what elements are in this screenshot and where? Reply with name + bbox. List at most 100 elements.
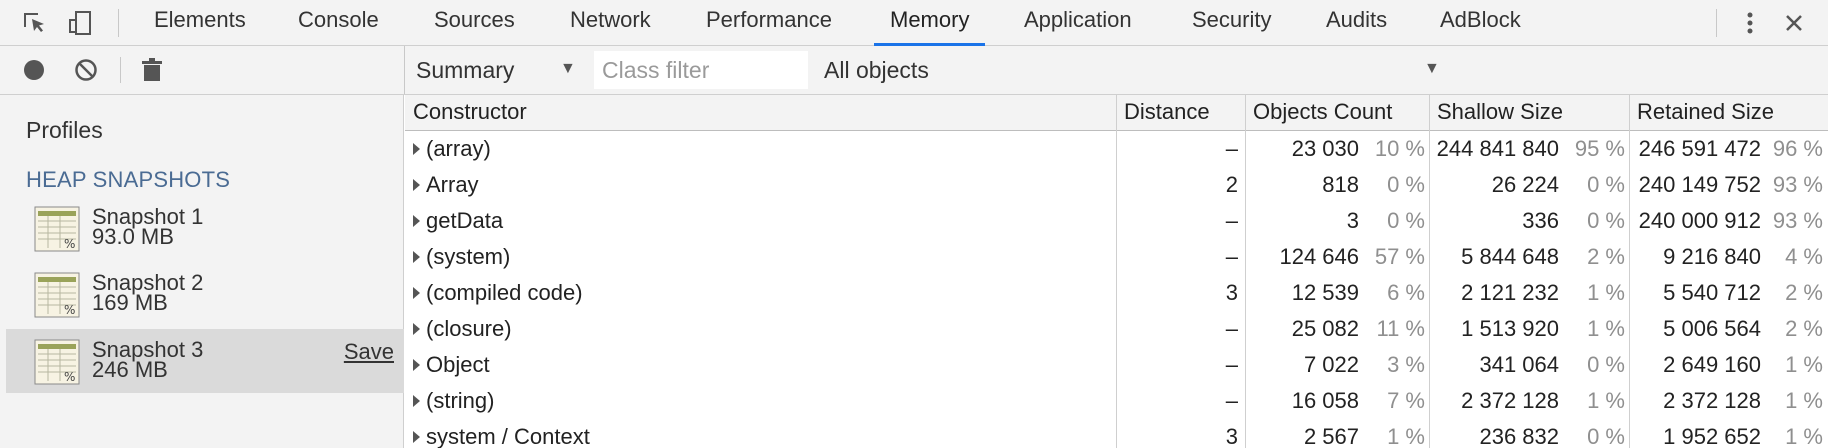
table-row[interactable]: Object – 7 022 3 % 341 064 0 % 2 649 160 1 % bbox=[405, 347, 1828, 383]
tab-elements[interactable]: Elements bbox=[138, 0, 262, 46]
tab-console[interactable]: Console bbox=[282, 0, 395, 46]
retained-size-cell: 2 372 128 bbox=[1663, 388, 1761, 413]
class-filter-input[interactable] bbox=[594, 51, 808, 89]
constructor-cell: (compiled code) bbox=[413, 275, 1113, 311]
retained-size-percent-cell: 93 % bbox=[1772, 172, 1823, 197]
shallow-size-cell: 5 844 648 bbox=[1461, 244, 1559, 269]
distance-cell: 3 bbox=[1225, 280, 1238, 305]
shallow-size-percent-cell: 1 % bbox=[1587, 316, 1625, 341]
objects-select[interactable]: All objects bbox=[824, 46, 929, 94]
retained-size-cell: 2 649 160 bbox=[1663, 352, 1761, 377]
expand-triangle-icon[interactable] bbox=[413, 431, 420, 443]
column-header-retained-size[interactable]: Retained Size bbox=[1629, 95, 1774, 131]
snapshot-item-2[interactable]: % Snapshot 2 169 MB bbox=[6, 262, 404, 326]
table-row[interactable]: (closure) – 25 082 11 % 1 513 920 1 % 5 006 56… bbox=[405, 311, 1828, 347]
tab-performance[interactable]: Performance bbox=[690, 0, 848, 46]
objects-count-cell: 16 058 bbox=[1291, 388, 1359, 413]
expand-triangle-icon[interactable] bbox=[413, 215, 420, 227]
save-snapshot-link[interactable]: Save bbox=[344, 339, 394, 365]
more-options-icon[interactable] bbox=[1736, 9, 1764, 37]
distance-cell: – bbox=[1225, 388, 1238, 413]
table-row[interactable]: Array 2 818 0 % 26 224 0 % 240 149 752 93 % bbox=[405, 167, 1828, 203]
objects-count-percent-cell: 11 % bbox=[1376, 316, 1425, 341]
objects-count-percent-cell: 1 % bbox=[1387, 424, 1425, 448]
expand-triangle-icon[interactable] bbox=[413, 143, 420, 155]
tab-application[interactable]: Application bbox=[1008, 0, 1148, 46]
distance-cell: – bbox=[1225, 136, 1238, 161]
view-select-chevron-down-icon[interactable]: ▼ bbox=[560, 60, 576, 78]
tab-audits[interactable]: Audits bbox=[1310, 0, 1403, 46]
shallow-size-percent-cell: 1 % bbox=[1587, 280, 1625, 305]
retained-size-cell: 246 591 472 bbox=[1638, 136, 1761, 161]
objects-select-chevron-down-icon[interactable]: ▼ bbox=[1424, 60, 1440, 78]
table-row[interactable]: (system) – 124 646 57 % 5 844 648 2 % 9 216 84… bbox=[405, 239, 1828, 275]
expand-triangle-icon[interactable] bbox=[413, 287, 420, 299]
expand-triangle-icon[interactable] bbox=[413, 179, 420, 191]
retained-size-percent-cell: 1 % bbox=[1785, 388, 1823, 413]
column-header-shallow-size[interactable]: Shallow Size bbox=[1429, 95, 1563, 131]
objects-count-percent-cell: 10 % bbox=[1374, 136, 1425, 161]
toolbar-divider bbox=[120, 57, 121, 83]
objects-count-cell: 818 bbox=[1322, 172, 1359, 197]
tabbar-divider bbox=[118, 9, 119, 37]
constructor-cell: Array bbox=[413, 167, 1113, 203]
device-toolbar-icon[interactable] bbox=[66, 9, 94, 37]
expand-triangle-icon[interactable] bbox=[413, 323, 420, 335]
retained-size-percent-cell: 96 % bbox=[1772, 136, 1823, 161]
record-icon[interactable] bbox=[22, 58, 46, 82]
trash-icon[interactable] bbox=[140, 57, 164, 83]
objects-count-percent-cell: 6 % bbox=[1387, 280, 1425, 305]
constructor-name: (array) bbox=[426, 136, 491, 161]
tab-adblock[interactable]: AdBlock bbox=[1424, 0, 1537, 46]
objects-count-percent-cell: 57 % bbox=[1374, 244, 1425, 269]
constructor-name: (closure) bbox=[426, 316, 512, 341]
shallow-size-percent-cell: 1 % bbox=[1587, 388, 1625, 413]
snapshot-item-1[interactable]: % Snapshot 1 93.0 MB bbox=[6, 196, 404, 260]
tab-sources[interactable]: Sources bbox=[418, 0, 531, 46]
snapshot-size: 246 MB bbox=[92, 357, 168, 382]
column-header-objects-count[interactable]: Objects Count bbox=[1245, 95, 1392, 131]
constructor-name: (system) bbox=[426, 244, 511, 269]
close-icon[interactable] bbox=[1780, 9, 1808, 37]
table-row[interactable]: system / Context 3 2 567 1 % 236 832 0 % 1 952… bbox=[405, 419, 1828, 448]
heap-snapshot-icon: % bbox=[34, 272, 80, 318]
expand-triangle-icon[interactable] bbox=[413, 395, 420, 407]
objects-count-cell: 7 022 bbox=[1303, 352, 1359, 377]
shallow-size-cell: 336 bbox=[1522, 208, 1559, 233]
clear-all-profiles-icon[interactable] bbox=[74, 58, 98, 82]
retained-size-percent-cell: 1 % bbox=[1785, 424, 1823, 448]
objects-count-cell: 3 bbox=[1346, 208, 1359, 233]
expand-triangle-icon[interactable] bbox=[413, 251, 420, 263]
retained-size-cell: 9 216 840 bbox=[1663, 244, 1761, 269]
constructor-name: Array bbox=[426, 172, 479, 197]
shallow-size-percent-cell: 2 % bbox=[1587, 244, 1625, 269]
column-header-constructor[interactable]: Constructor bbox=[405, 95, 527, 131]
distance-cell: 3 bbox=[1225, 424, 1238, 448]
shallow-size-percent-cell: 0 % bbox=[1587, 352, 1625, 377]
inspect-element-icon[interactable] bbox=[20, 9, 48, 37]
table-row[interactable]: getData – 3 0 % 336 0 % 240 000 912 93 % bbox=[405, 203, 1828, 239]
constructor-name: (string) bbox=[426, 388, 495, 413]
snapshot-item-3[interactable]: % Snapshot 3 246 MB Save bbox=[6, 329, 404, 393]
shallow-size-cell: 341 064 bbox=[1479, 352, 1559, 377]
objects-count-cell: 12 539 bbox=[1291, 280, 1359, 305]
table-row[interactable]: (string) – 16 058 7 % 2 372 128 1 % 2 372 128 1… bbox=[405, 383, 1828, 419]
column-header-distance[interactable]: Distance bbox=[1116, 95, 1210, 131]
objects-count-cell: 2 567 bbox=[1303, 424, 1359, 448]
shallow-size-cell: 236 832 bbox=[1479, 424, 1559, 448]
svg-text:%: % bbox=[64, 370, 75, 384]
retained-size-cell: 5 006 564 bbox=[1663, 316, 1761, 341]
tab-memory[interactable]: Memory bbox=[874, 0, 986, 46]
constructor-cell: (string) bbox=[413, 383, 1113, 419]
tab-network[interactable]: Network bbox=[554, 0, 667, 46]
tab-security[interactable]: Security bbox=[1176, 0, 1287, 46]
table-row[interactable]: (compiled code) 3 12 539 6 % 2 121 232 1 % 5 5… bbox=[405, 275, 1828, 311]
view-select[interactable]: Summary bbox=[416, 46, 514, 94]
expand-triangle-icon[interactable] bbox=[413, 359, 420, 371]
table-row[interactable]: (array) – 23 030 10 % 244 841 840 95 % 246 591… bbox=[405, 131, 1828, 167]
shallow-size-cell: 1 513 920 bbox=[1461, 316, 1559, 341]
shallow-size-percent-cell: 0 % bbox=[1587, 424, 1625, 448]
retained-size-cell: 240 149 752 bbox=[1638, 172, 1761, 197]
constructor-cell: (array) bbox=[413, 131, 1113, 167]
shallow-size-cell: 2 121 232 bbox=[1461, 280, 1559, 305]
